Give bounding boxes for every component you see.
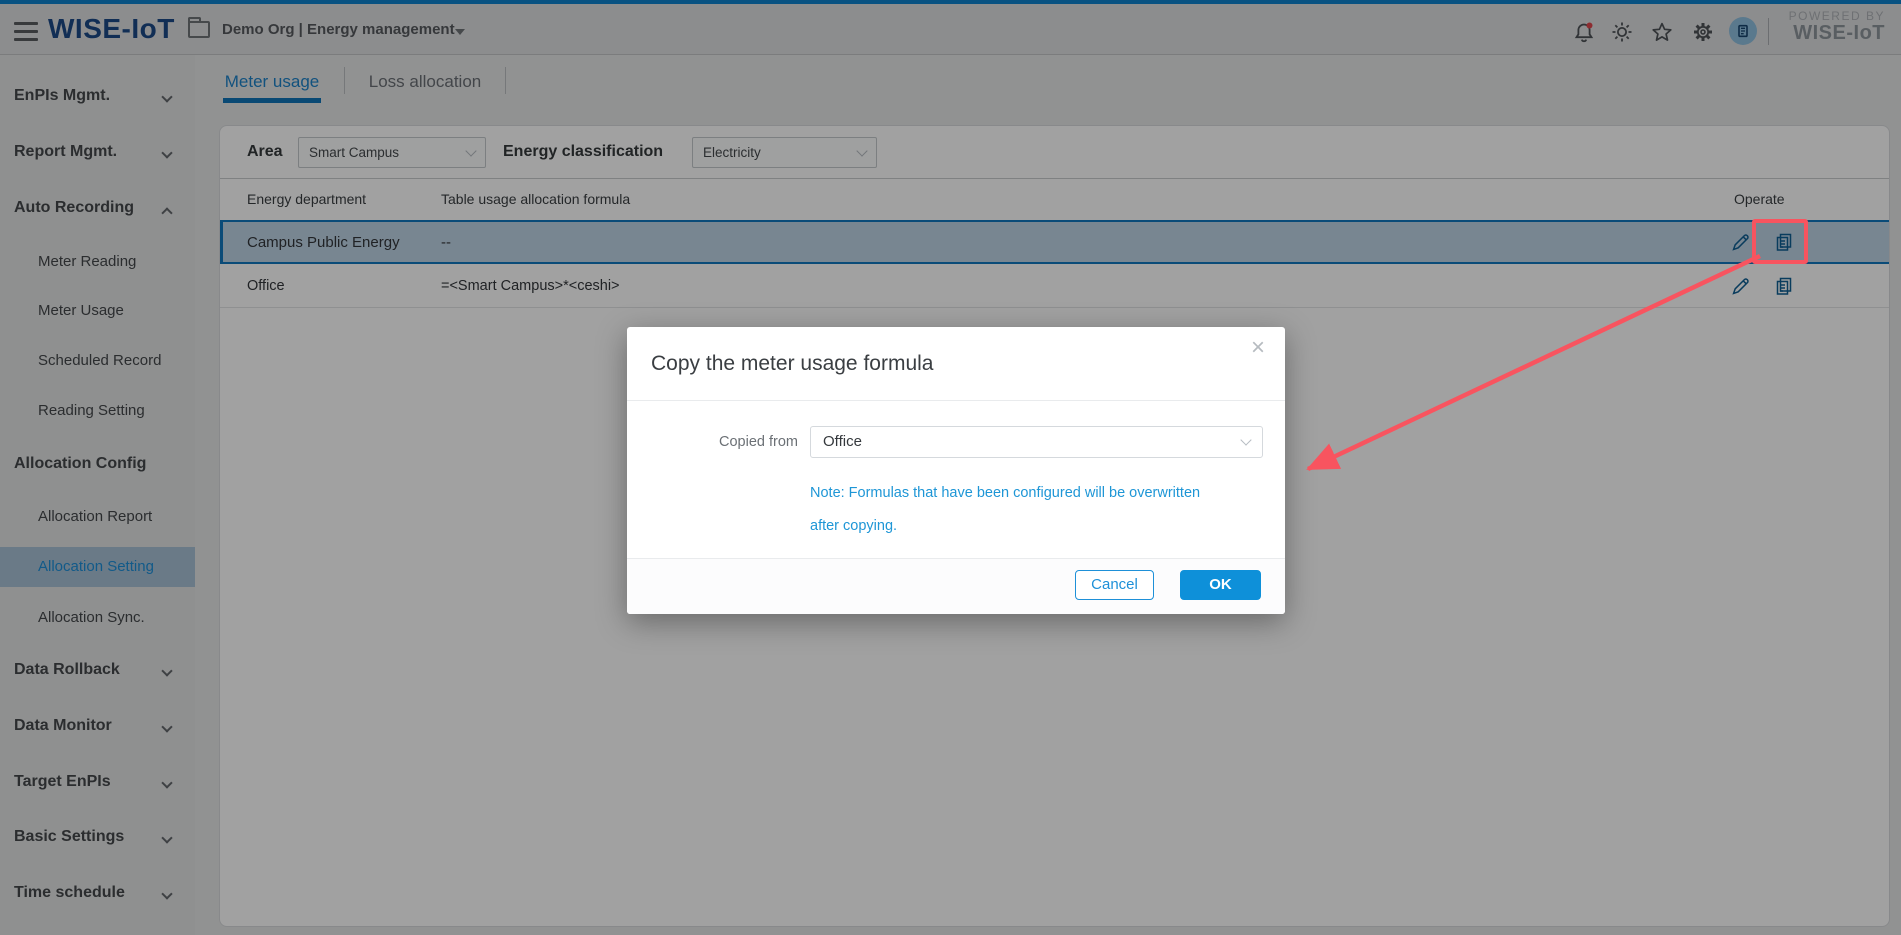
note-line-2: after copying.	[810, 510, 1240, 543]
dialog-footer-divider	[627, 558, 1285, 559]
copied-from-value: Office	[823, 433, 862, 450]
copied-from-label: Copied from	[687, 431, 798, 453]
ok-button[interactable]: OK	[1180, 570, 1261, 600]
copy-formula-dialog: Copy the meter usage formula × Copied fr…	[627, 327, 1285, 614]
chevron-down-icon	[1240, 434, 1251, 445]
copied-from-select[interactable]: Office	[810, 426, 1263, 458]
cancel-button[interactable]: Cancel	[1075, 570, 1154, 600]
annotation-highlight-box	[1752, 219, 1808, 264]
dialog-header-divider	[627, 400, 1285, 401]
overwrite-note: Note: Formulas that have been configured…	[810, 477, 1240, 543]
note-line-1: Note: Formulas that have been configured…	[810, 477, 1240, 510]
dialog-title: Copy the meter usage formula	[651, 327, 933, 400]
close-icon[interactable]: ×	[1251, 336, 1265, 360]
